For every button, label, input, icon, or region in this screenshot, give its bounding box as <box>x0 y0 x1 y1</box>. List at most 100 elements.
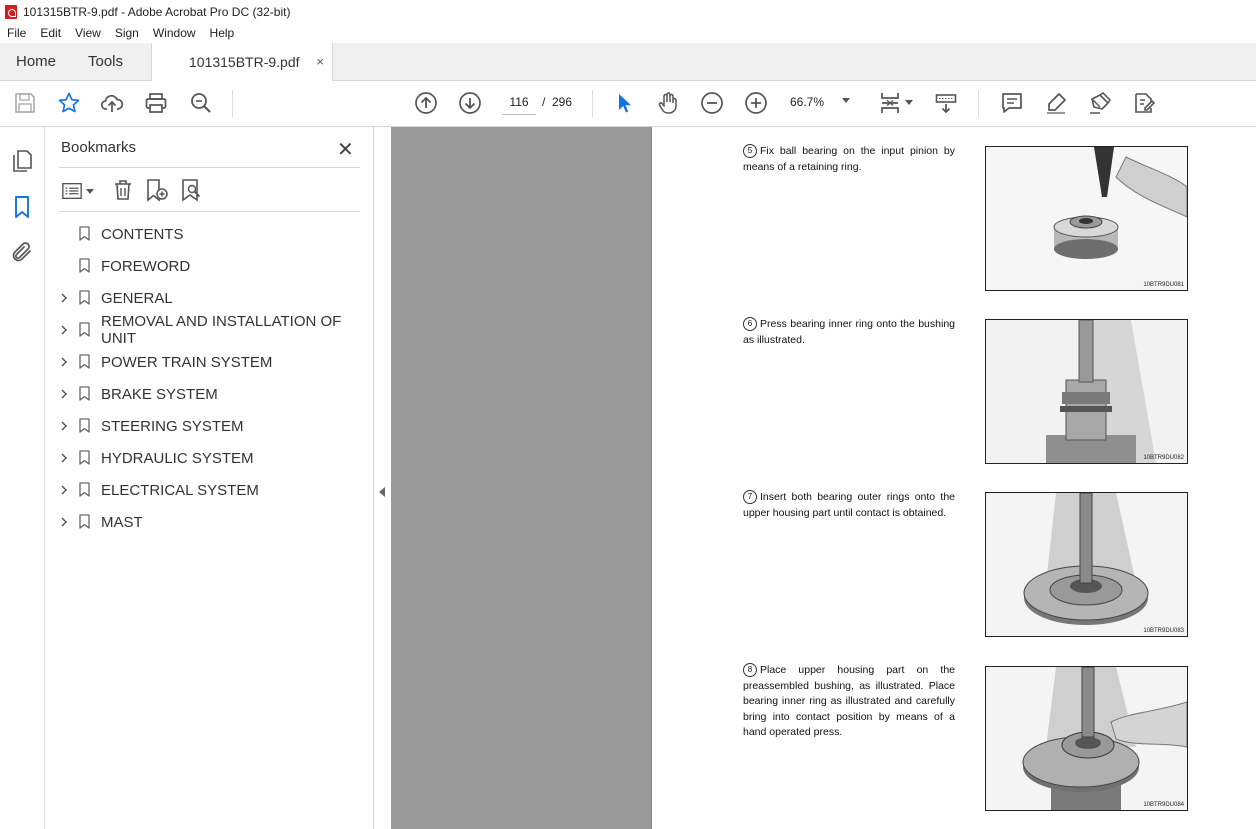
image-code: 10BTR9DU084 <box>1143 802 1184 808</box>
toolbar-separator <box>592 90 593 117</box>
image-code: 10BTR9DU083 <box>1143 628 1184 634</box>
menu-view[interactable]: View <box>68 26 108 40</box>
menu-window[interactable]: Window <box>146 26 203 40</box>
next-page-icon[interactable] <box>458 91 482 115</box>
expand-chevron-icon[interactable] <box>59 355 69 370</box>
bookmark-label: FOREWORD <box>101 257 191 275</box>
title-bar: 101315BTR-9.pdf - Adobe Acrobat Pro DC (… <box>0 0 1256 23</box>
bookmark-label: POWER TRAIN SYSTEM <box>101 353 273 371</box>
step-6-text: 6 Press bearing inner ring onto the bushi… <box>743 317 955 348</box>
bookmark-item[interactable]: MAST <box>45 508 373 536</box>
bookmark-label: HYDRAULIC SYSTEM <box>101 449 254 467</box>
panel-divider <box>59 167 360 168</box>
bookmark-flag-icon <box>79 354 90 369</box>
new-bookmark-icon[interactable] <box>145 178 169 207</box>
select-cursor-icon[interactable] <box>612 91 636 115</box>
bookmark-flag-icon <box>79 258 90 273</box>
step-instruction: Fix ball bearing on the input pinion by … <box>743 145 955 173</box>
bookmark-label: CONTENTS <box>101 225 184 243</box>
expand-chevron-icon[interactable] <box>59 451 69 466</box>
bookmarks-panel-title: Bookmarks <box>61 139 137 156</box>
menu-file[interactable]: File <box>0 26 33 40</box>
bookmark-item[interactable]: ELECTRICAL SYSTEM <box>45 476 373 504</box>
bookmark-flag-icon <box>79 418 90 433</box>
bookmark-item[interactable]: CONTENTS <box>45 220 373 248</box>
page-thumbnails-icon[interactable] <box>10 149 34 173</box>
zoom-in-icon[interactable] <box>744 91 768 115</box>
acrobat-pdf-icon <box>5 4 17 19</box>
tab-document[interactable]: 101315BTR-9.pdf × <box>151 43 333 81</box>
page-layout-chevron-icon[interactable] <box>905 100 913 105</box>
step-number: 6 <box>743 317 757 331</box>
bookmark-label: REMOVAL AND INSTALLATION OF UNIT <box>101 313 342 347</box>
tab-tools[interactable]: Tools <box>88 43 123 80</box>
bookmark-label: STEERING SYSTEM <box>101 417 244 435</box>
zoom-level-field[interactable]: 66.7% <box>790 95 824 109</box>
menu-bar: File Edit View Sign Window Help <box>0 23 1256 43</box>
bookmark-item[interactable]: POWER TRAIN SYSTEM <box>45 348 373 376</box>
close-panel-icon[interactable]: ✕ <box>337 137 354 162</box>
step-number: 5 <box>743 144 757 158</box>
page-total: 296 <box>552 95 573 109</box>
bookmark-item[interactable]: HYDRAULIC SYSTEM <box>45 444 373 472</box>
step-5-photo: 10BTR9DU081 <box>985 146 1188 291</box>
star-icon[interactable] <box>57 91 81 115</box>
delete-bookmark-icon[interactable] <box>111 178 135 207</box>
menu-help[interactable]: Help <box>203 26 242 40</box>
expand-chevron-icon[interactable] <box>59 323 69 338</box>
menu-edit[interactable]: Edit <box>33 26 68 40</box>
find-bookmark-icon[interactable] <box>180 178 204 207</box>
find-zoom-icon[interactable] <box>189 91 213 115</box>
collapse-panel-arrow-icon[interactable] <box>379 487 385 497</box>
window-title: 101315BTR-9.pdf - Adobe Acrobat Pro DC (… <box>23 4 291 19</box>
panel-splitter[interactable] <box>374 127 391 829</box>
bookmarks-icon[interactable] <box>10 195 34 219</box>
upload-cloud-icon[interactable] <box>100 91 124 115</box>
page-number-input[interactable]: 116 <box>502 90 536 115</box>
bookmark-item[interactable]: STEERING SYSTEM <box>45 412 373 440</box>
expand-chevron-icon[interactable] <box>59 483 69 498</box>
step-8-text: 8 Place upper housing part on the preasse… <box>743 663 955 741</box>
bookmark-item[interactable]: BRAKE SYSTEM <box>45 380 373 408</box>
toolbar-separator <box>232 90 233 117</box>
step-instruction: Insert both bearing outer rings onto the… <box>743 491 955 519</box>
bookmark-flag-icon <box>79 290 90 305</box>
bookmark-label: GENERAL <box>101 289 173 307</box>
previous-page-icon[interactable] <box>414 91 438 115</box>
step-number: 7 <box>743 490 757 504</box>
bookmarks-panel: Bookmarks ✕ CONTENTS FOREWORD GENERAL REMOV… <box>45 127 374 829</box>
tab-home[interactable]: Home <box>16 43 56 80</box>
bookmark-flag-icon <box>79 482 90 497</box>
step-number: 8 <box>743 663 757 677</box>
highlight-pen-icon[interactable] <box>1044 91 1068 115</box>
bookmark-flag-icon <box>79 226 90 241</box>
expand-chevron-icon[interactable] <box>59 291 69 306</box>
sign-pen-icon[interactable] <box>1088 91 1112 115</box>
bookmark-item[interactable]: GENERAL <box>45 284 373 312</box>
hand-tool-icon[interactable] <box>656 91 680 115</box>
step-7-text: 7 Insert both bearing outer rings onto th… <box>743 490 955 521</box>
bookmark-flag-icon <box>79 514 90 529</box>
scroll-mode-icon[interactable] <box>934 91 958 115</box>
edit-pdf-icon[interactable] <box>1132 91 1156 115</box>
menu-sign[interactable]: Sign <box>108 26 146 40</box>
expand-chevron-icon[interactable] <box>59 515 69 530</box>
bookmark-label: ELECTRICAL SYSTEM <box>101 481 259 499</box>
step-7-photo: 10BTR9DU083 <box>985 492 1188 637</box>
bookmark-options-icon[interactable] <box>61 180 83 207</box>
bookmark-item[interactable]: FOREWORD <box>45 252 373 280</box>
page-layout-icon[interactable] <box>878 91 902 115</box>
panel-divider <box>59 211 360 212</box>
options-chevron-icon[interactable] <box>86 189 94 194</box>
attachments-paperclip-icon[interactable] <box>10 240 34 264</box>
comment-icon[interactable] <box>1000 91 1024 115</box>
bookmark-item[interactable]: REMOVAL AND INSTALLATION OF UNIT <box>45 313 373 347</box>
print-icon[interactable] <box>144 91 168 115</box>
expand-chevron-icon[interactable] <box>59 419 69 434</box>
zoom-dropdown-chevron-icon[interactable] <box>842 98 850 103</box>
zoom-out-icon[interactable] <box>700 91 724 115</box>
tab-close-icon[interactable]: × <box>316 54 324 69</box>
save-icon[interactable] <box>13 91 37 115</box>
expand-chevron-icon[interactable] <box>59 387 69 402</box>
tab-bar: Home Tools 101315BTR-9.pdf × <box>0 43 1256 81</box>
